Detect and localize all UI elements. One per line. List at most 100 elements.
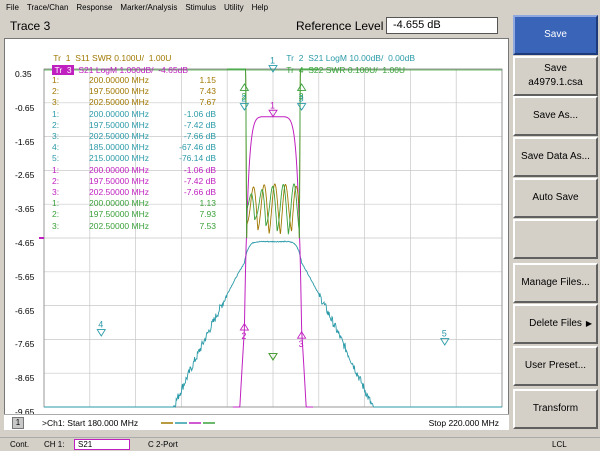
marker-number: 3: <box>52 187 60 197</box>
channel-number[interactable]: 1 <box>12 417 24 429</box>
marker-number: 3: <box>52 97 60 108</box>
softkey-label: Save <box>544 29 567 40</box>
menu-marker-analysis[interactable]: Marker/Analysis <box>120 3 177 12</box>
softkey-manage-files[interactable]: Manage Files... <box>513 263 598 303</box>
start-frequency[interactable]: >Ch1: Start 180.000 MHz <box>42 418 138 428</box>
marker-value: 7.53 <box>199 220 216 231</box>
marker-value: -7.66 dB <box>183 131 216 141</box>
marker-value: -7.66 dB <box>183 187 216 197</box>
marker-value: -1.06 dB <box>183 108 216 119</box>
calibration-status: C 2-Port <box>148 440 178 449</box>
marker-value: -1.06 dB <box>183 164 216 175</box>
marker-value: 7.93 <box>199 209 216 220</box>
marker-number: 4: <box>52 142 60 153</box>
marker-frequency: 185.00000 MHz <box>88 142 149 153</box>
marker-number: 3: <box>52 131 60 141</box>
tr2-marker-5-label: 5 <box>442 329 447 339</box>
y-tick-label: -4.65 <box>15 238 35 248</box>
menu-file[interactable]: File <box>6 3 19 12</box>
marker-row-tr3: 1: 200.00000 MHz -1.06 dB <box>52 165 222 176</box>
y-tick-label: -1.65 <box>15 136 35 147</box>
tr2-marker-3 <box>296 103 307 111</box>
menu-help[interactable]: Help <box>252 3 268 12</box>
marker-frequency: 197.50000 MHz <box>88 86 149 97</box>
menu-utility[interactable]: Utility <box>224 3 244 12</box>
y-tick-label: -3.65 <box>15 204 35 215</box>
softkey-blank[interactable] <box>513 219 598 259</box>
marker-value: 7.43 <box>199 86 216 97</box>
marker-value: 7.67 <box>199 97 216 108</box>
marker-row-tr2: 1: 200.00000 MHz -1.06 dB <box>52 109 222 120</box>
marker-number: 5: <box>52 153 60 164</box>
trace-4-header[interactable]: Tr 4 S22 SWR 0.100U/ 1.00U <box>277 55 405 85</box>
marker-value: -67.46 dB <box>179 142 216 153</box>
marker-row-tr1: 1: 200.00000 MHz 1.15 <box>52 75 222 86</box>
marker-number: 1: <box>52 164 60 175</box>
marker-frequency: 215.00000 MHz <box>88 153 149 164</box>
marker-number: 1: <box>52 198 60 209</box>
softkey-label: Delete Files <box>529 318 582 329</box>
marker-number: 2: <box>52 175 60 186</box>
softkey-label: User Preset... <box>524 360 587 371</box>
marker-number: 1: <box>52 75 60 85</box>
active-trace-title: Trace 3 <box>10 19 51 33</box>
menu-bar: File Trace/Chan Response Marker/Analysis… <box>0 0 600 14</box>
measurement-plot[interactable]: 1232312345 0.35 -0.65 -1.65 -2.65 -3.65 -4.65… <box>4 38 509 426</box>
marker-frequency: 202.50000 MHz <box>88 187 149 197</box>
softkey-delete-files[interactable]: Delete Files ▶ <box>513 304 598 344</box>
trace-4-id: Tr 4 <box>286 65 304 75</box>
softkey-label: Transform <box>532 403 579 414</box>
marker-number: 2: <box>52 209 60 220</box>
marker-frequency: 200.00000 MHz <box>88 108 149 119</box>
trace-color-legend-icon <box>161 422 215 424</box>
marker-row-tr4: 2: 197.50000 MHz 7.93 <box>52 209 222 220</box>
marker-number: 2: <box>52 119 60 130</box>
marker-frequency: 202.50000 MHz <box>88 220 149 231</box>
marker-frequency: 197.50000 MHz <box>88 119 149 130</box>
softkey-label: Auto Save <box>532 192 579 203</box>
marker-frequency: 200.00000 MHz <box>88 164 149 175</box>
marker-number: 2: <box>52 86 60 97</box>
tr2-marker-3-label: 3 <box>299 94 304 104</box>
reference-level-input[interactable]: -4.655 dB <box>386 17 498 34</box>
marker-frequency: 197.50000 MHz <box>88 209 149 220</box>
softkey-transform[interactable]: Transform <box>513 389 598 429</box>
tr2-marker-4-label: 4 <box>98 320 103 330</box>
marker-frequency: 197.50000 MHz <box>88 175 149 186</box>
y-tick-label: -5.65 <box>15 271 35 282</box>
softkey-save-data-as[interactable]: Save Data As... <box>513 137 598 177</box>
sweep-mode: Cont. <box>10 440 30 449</box>
marker-value: -7.42 dB <box>183 175 216 186</box>
marker-row-tr1: 2: 197.50000 MHz 7.43 <box>52 86 222 97</box>
menu-stimulus[interactable]: Stimulus <box>185 3 216 12</box>
marker-value: 1.15 <box>199 75 216 85</box>
softkey-save-as[interactable]: Save As... <box>513 96 598 136</box>
y-tick-label: 0.35 <box>15 69 32 79</box>
softkey-save[interactable]: Save <box>513 15 598 55</box>
tr2-marker-1-label: 1 <box>270 56 275 66</box>
stop-frequency[interactable]: Stop 220.000 MHz <box>429 418 499 428</box>
menu-response[interactable]: Response <box>76 3 112 12</box>
softkey-panel: Save Save a4979.1.csa Save As... Save Data … <box>513 15 600 435</box>
reference-level-label: Reference Level <box>296 19 384 33</box>
softkey-save-file[interactable]: Save a4979.1.csa <box>513 56 598 96</box>
y-tick-label: -7.65 <box>15 339 35 350</box>
channel-indicator: CH 1: <box>44 440 65 449</box>
marker-frequency: 200.00000 MHz <box>88 198 149 209</box>
y-tick-label: -0.65 <box>15 102 35 113</box>
marker-row-tr2: 5: 215.00000 MHz -76.14 dB <box>52 153 222 164</box>
softkey-auto-save[interactable]: Auto Save <box>513 178 598 218</box>
trace-4-format: S22 SWR 0.100U/ 1.00U <box>308 65 406 75</box>
marker-frequency: 202.50000 MHz <box>88 97 149 108</box>
remote-local-status: LCL <box>552 440 567 449</box>
softkey-label: Save As... <box>532 110 579 121</box>
marker-row-tr2: 2: 197.50000 MHz -7.42 dB <box>52 120 222 131</box>
menu-trace-chan[interactable]: Trace/Chan <box>27 3 69 12</box>
marker-row-tr3: 3: 202.50000 MHz -7.66 dB <box>52 187 222 198</box>
softkey-user-preset[interactable]: User Preset... <box>513 346 598 386</box>
tr2-marker-4 <box>96 329 107 337</box>
entry-bar: Trace 3 Reference Level -4.655 dB <box>4 15 509 37</box>
y-tick-label: -2.65 <box>15 170 35 181</box>
marker-row-tr1: 3: 202.50000 MHz 7.67 <box>52 97 222 108</box>
trace-3-id: Tr 3 <box>52 65 74 75</box>
